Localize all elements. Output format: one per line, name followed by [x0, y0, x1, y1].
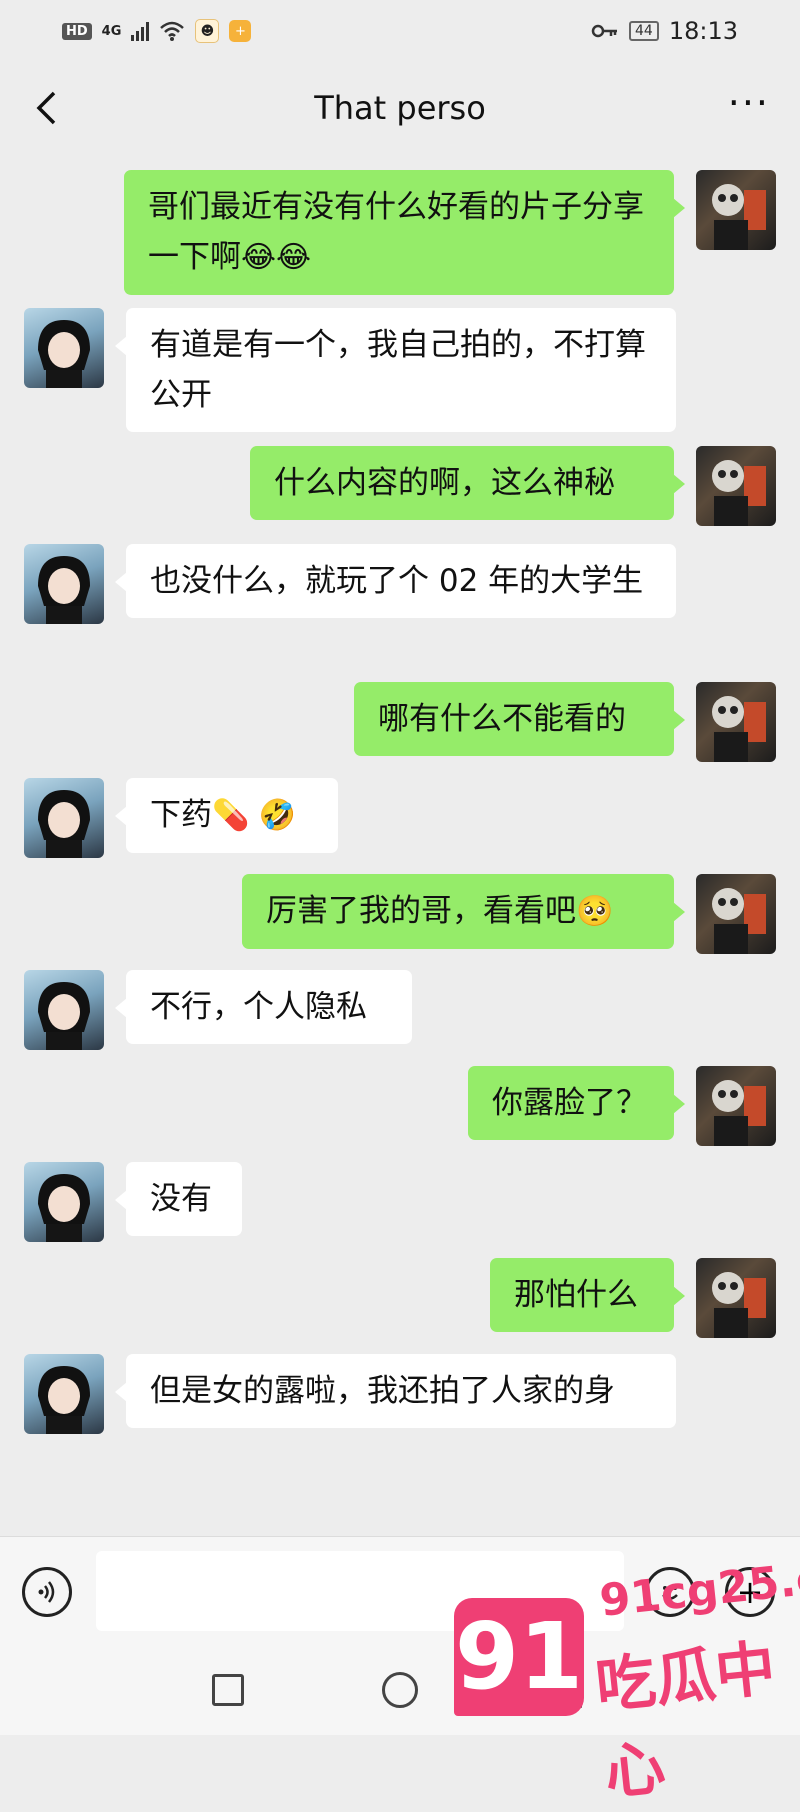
contact-avatar[interactable] [24, 970, 104, 1050]
my-avatar[interactable] [696, 170, 776, 250]
chevron-left-icon[interactable] [26, 86, 66, 130]
message-row: 哥们最近有没有什么好看的片子分享一下啊😂😂 [0, 154, 800, 295]
message-bubble-sent[interactable]: 哪有什么不能看的 [354, 682, 685, 756]
message-row: 那怕什么 [0, 1242, 800, 1338]
system-nav-bar [0, 1646, 800, 1735]
home-icon[interactable] [382, 1672, 418, 1708]
message-row: 不行，个人隐私 [0, 954, 800, 1050]
message-text: 厉害了我的哥，看看吧 [266, 893, 576, 929]
message-text: 但是女的露啦，我还拍了人家的身 [150, 1373, 615, 1409]
my-avatar[interactable] [696, 682, 776, 762]
message-bubble-received[interactable]: 没有 [115, 1162, 242, 1236]
message-row: 下药💊 🤣 [0, 762, 800, 858]
message-text: 没有 [150, 1181, 212, 1217]
message-row: 厉害了我的哥，看看吧🥺 [0, 858, 800, 954]
message-input[interactable] [96, 1551, 624, 1631]
message-bubble-received[interactable]: 不行，个人隐私 [115, 970, 412, 1044]
key-icon [591, 24, 617, 38]
message-text: 你露脸了？ [492, 1085, 647, 1121]
contact-avatar[interactable] [24, 308, 104, 388]
message-text: 哥们最近有没有什么好看的片子分享一下啊 [148, 189, 644, 275]
contact-avatar[interactable] [24, 778, 104, 858]
message-bubble-sent[interactable]: 厉害了我的哥，看看吧🥺 [242, 874, 685, 949]
hd-badge: HD [62, 22, 92, 40]
message-text: 不行，个人隐私 [150, 989, 367, 1025]
status-bar: HD 4G ☻ + 44 18:13 [0, 0, 800, 62]
message-bubble-sent[interactable]: 哥们最近有没有什么好看的片子分享一下啊😂😂 [124, 170, 685, 295]
message-bubble-received[interactable]: 但是女的露啦，我还拍了人家的身 [115, 1354, 676, 1428]
more-dots-icon[interactable]: ··· [728, 84, 770, 122]
message-row: 但是女的露啦，我还拍了人家的身 [0, 1338, 800, 1468]
chat-header: That perso ··· [0, 62, 800, 154]
my-avatar[interactable] [696, 874, 776, 954]
plus-icon[interactable]: + [725, 1567, 775, 1617]
clock: 18:13 [668, 17, 738, 45]
message-row: 没有 [0, 1146, 800, 1242]
message-text: 有道是有一个，我自己拍的，不打算公开 [150, 327, 646, 413]
input-bar: + [0, 1536, 800, 1647]
message-bubble-sent[interactable]: 什么内容的啊，这么神秘 [250, 446, 685, 520]
message-bubble-received[interactable]: 也没什么，就玩了个 02 年的大学生 [115, 544, 676, 618]
pleading-emoji-icon: 🥺 [576, 894, 614, 929]
app-notification-icon-2: + [229, 20, 252, 42]
message-row: 哪有什么不能看的 [0, 666, 800, 762]
my-avatar[interactable] [696, 446, 776, 526]
back-triangle-icon[interactable] [552, 1672, 582, 1708]
message-bubble-sent[interactable]: 那怕什么 [490, 1258, 685, 1332]
message-bubble-sent[interactable]: 你露脸了？ [468, 1066, 685, 1140]
laughing-emoji-icon: 😂😂 [241, 240, 312, 275]
contact-avatar[interactable] [24, 544, 104, 624]
status-right: 44 18:13 [591, 17, 738, 45]
chat-list[interactable]: 哥们最近有没有什么好看的片子分享一下啊😂😂 有道是有一个，我自己拍的，不打算公开… [0, 154, 800, 1536]
app-notification-icon: ☻ [195, 19, 220, 43]
network-type: 4G [101, 23, 122, 39]
message-text: 那怕什么 [514, 1277, 638, 1313]
status-left: HD 4G ☻ + [62, 19, 252, 43]
my-avatar[interactable] [696, 1258, 776, 1338]
emoji-icon[interactable] [645, 1567, 695, 1617]
message-text: 也没什么，就玩了个 02 年的大学生 [150, 563, 644, 599]
message-text: 下药 [150, 797, 212, 833]
voice-icon[interactable] [22, 1567, 72, 1617]
contact-avatar[interactable] [24, 1354, 104, 1434]
message-bubble-received[interactable]: 有道是有一个，我自己拍的，不打算公开 [115, 308, 676, 432]
signal-icon [131, 21, 150, 41]
chat-title: That perso [314, 89, 486, 127]
message-row: 你露脸了？ [0, 1050, 800, 1146]
pill-emoji-icon: 💊 🤣 [212, 798, 297, 833]
message-text: 哪有什么不能看的 [378, 701, 626, 737]
battery-icon: 44 [629, 21, 659, 41]
my-avatar[interactable] [696, 1066, 776, 1146]
message-text: 什么内容的啊，这么神秘 [274, 465, 615, 501]
wifi-icon [160, 21, 185, 41]
message-row: 有道是有一个，我自己拍的，不打算公开 [0, 292, 800, 432]
message-row: 也没什么，就玩了个 02 年的大学生 [0, 528, 800, 658]
message-row: 什么内容的啊，这么神秘 [0, 430, 800, 526]
recent-apps-icon[interactable] [212, 1674, 244, 1706]
message-bubble-received[interactable]: 下药💊 🤣 [115, 778, 338, 853]
contact-avatar[interactable] [24, 1162, 104, 1242]
